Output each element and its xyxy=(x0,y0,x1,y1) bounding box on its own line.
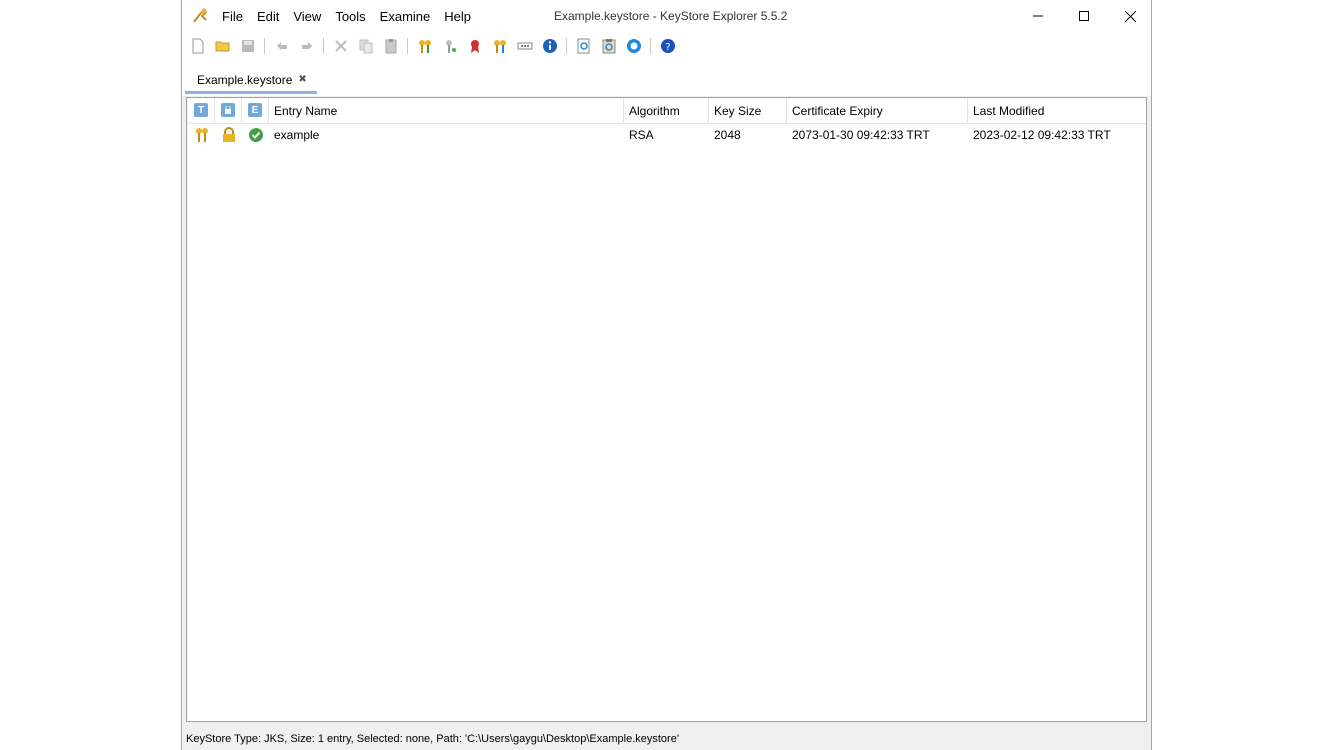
table-header: T E Entry Name Algorithm Key Size Certif… xyxy=(187,98,1146,124)
svg-text:?: ? xyxy=(665,42,670,53)
open-icon xyxy=(215,41,230,52)
open-button[interactable] xyxy=(213,36,233,56)
close-icon xyxy=(1124,10,1136,22)
algorithm-cell: RSA xyxy=(629,128,654,142)
toolbar-separator xyxy=(650,38,651,54)
undo-button[interactable] xyxy=(272,36,292,56)
help-icon: ? xyxy=(661,39,675,53)
key-pair-entry-icon xyxy=(196,128,208,142)
padlock-icon xyxy=(223,127,235,142)
examine-file-button[interactable] xyxy=(574,36,594,56)
help-button[interactable]: ? xyxy=(658,36,678,56)
menu-bar: File Edit View Tools Examine Help xyxy=(222,0,485,32)
toolbar-separator xyxy=(264,38,265,54)
copy-button[interactable] xyxy=(356,36,376,56)
generate-key-pair-icon xyxy=(419,40,431,53)
valid-check-icon xyxy=(249,128,263,142)
generate-secret-key-button[interactable] xyxy=(440,36,460,56)
save-button[interactable] xyxy=(238,36,258,56)
toolbar-separator xyxy=(566,38,567,54)
lock-column-icon xyxy=(221,103,235,117)
paste-icon xyxy=(385,39,397,54)
column-header-entry-name[interactable]: Entry Name xyxy=(269,98,624,123)
generate-secret-key-icon xyxy=(446,40,456,53)
keystore-entries-table: T E Entry Name Algorithm Key Size Certif… xyxy=(186,97,1147,722)
column-header-algorithm[interactable]: Algorithm xyxy=(624,98,709,123)
toolbar: ? xyxy=(182,32,1151,60)
toolbar-separator xyxy=(323,38,324,54)
keystore-properties-icon xyxy=(543,39,557,53)
redo-icon xyxy=(302,42,312,50)
maximize-icon xyxy=(1079,11,1089,21)
examine-ssl-icon xyxy=(627,39,641,53)
import-trusted-cert-icon xyxy=(471,40,479,53)
import-trusted-certificate-button[interactable] xyxy=(465,36,485,56)
column-header-certificate-expiry[interactable]: Certificate Expiry xyxy=(787,98,968,123)
tab-label: Example.keystore xyxy=(197,72,293,87)
keystore-properties-button[interactable] xyxy=(540,36,560,56)
examine-clipboard-icon xyxy=(602,39,616,54)
app-window: File Edit View Tools Examine Help Exampl… xyxy=(181,0,1152,750)
generate-key-pair-button[interactable] xyxy=(415,36,435,56)
expiry-column-icon: E xyxy=(248,103,262,117)
set-password-button[interactable] xyxy=(515,36,535,56)
column-header-key-size[interactable]: Key Size xyxy=(709,98,787,123)
table-row[interactable]: example RSA 2048 2073-01-30 09:42:33 TRT… xyxy=(187,124,1146,146)
import-key-pair-button[interactable] xyxy=(490,36,510,56)
type-column-icon: T xyxy=(194,103,208,117)
examine-file-icon xyxy=(577,38,590,54)
certificate-expiry-cell: 2073-01-30 09:42:33 TRT xyxy=(792,128,930,142)
new-icon xyxy=(192,38,204,54)
window-title: Example.keystore - KeyStore Explorer 5.5… xyxy=(554,9,788,23)
column-header-type[interactable]: T xyxy=(187,98,215,123)
cut-button[interactable] xyxy=(331,36,351,56)
key-size-cell: 2048 xyxy=(714,128,741,142)
redo-button[interactable] xyxy=(297,36,317,56)
save-icon xyxy=(242,40,254,52)
menu-help[interactable]: Help xyxy=(444,9,479,24)
close-button[interactable] xyxy=(1107,0,1153,32)
menu-file[interactable]: File xyxy=(222,9,251,24)
minimize-button[interactable] xyxy=(1015,0,1061,32)
menu-edit[interactable]: Edit xyxy=(257,9,287,24)
column-header-lock[interactable] xyxy=(215,98,242,123)
maximize-button[interactable] xyxy=(1061,0,1107,32)
menu-tools[interactable]: Tools xyxy=(335,9,373,24)
examine-clipboard-button[interactable] xyxy=(599,36,619,56)
import-key-pair-icon xyxy=(494,40,506,53)
keystore-explorer-logo-icon xyxy=(193,8,208,23)
examine-ssl-button[interactable] xyxy=(624,36,644,56)
minimize-icon xyxy=(1033,15,1043,17)
new-button[interactable] xyxy=(188,36,208,56)
keystore-tab-bar: Example.keystore ✖ xyxy=(182,60,1151,96)
status-bar: KeyStore Type: JKS, Size: 1 entry, Selec… xyxy=(182,728,1151,750)
paste-button[interactable] xyxy=(381,36,401,56)
tab-example-keystore[interactable]: Example.keystore ✖ xyxy=(185,68,317,94)
cut-icon xyxy=(335,40,347,52)
column-header-last-modified[interactable]: Last Modified xyxy=(968,98,1146,123)
column-header-expiry-status[interactable]: E xyxy=(242,98,269,123)
copy-icon xyxy=(359,39,373,54)
last-modified-cell: 2023-02-12 09:42:33 TRT xyxy=(973,128,1111,142)
set-password-icon xyxy=(517,42,533,50)
tab-close-icon[interactable]: ✖ xyxy=(298,74,306,85)
undo-icon xyxy=(277,42,287,50)
menu-view[interactable]: View xyxy=(293,9,329,24)
menu-examine[interactable]: Examine xyxy=(380,9,439,24)
toolbar-separator xyxy=(407,38,408,54)
entry-name-cell: example xyxy=(274,128,320,142)
title-bar: File Edit View Tools Examine Help Exampl… xyxy=(182,0,1151,32)
